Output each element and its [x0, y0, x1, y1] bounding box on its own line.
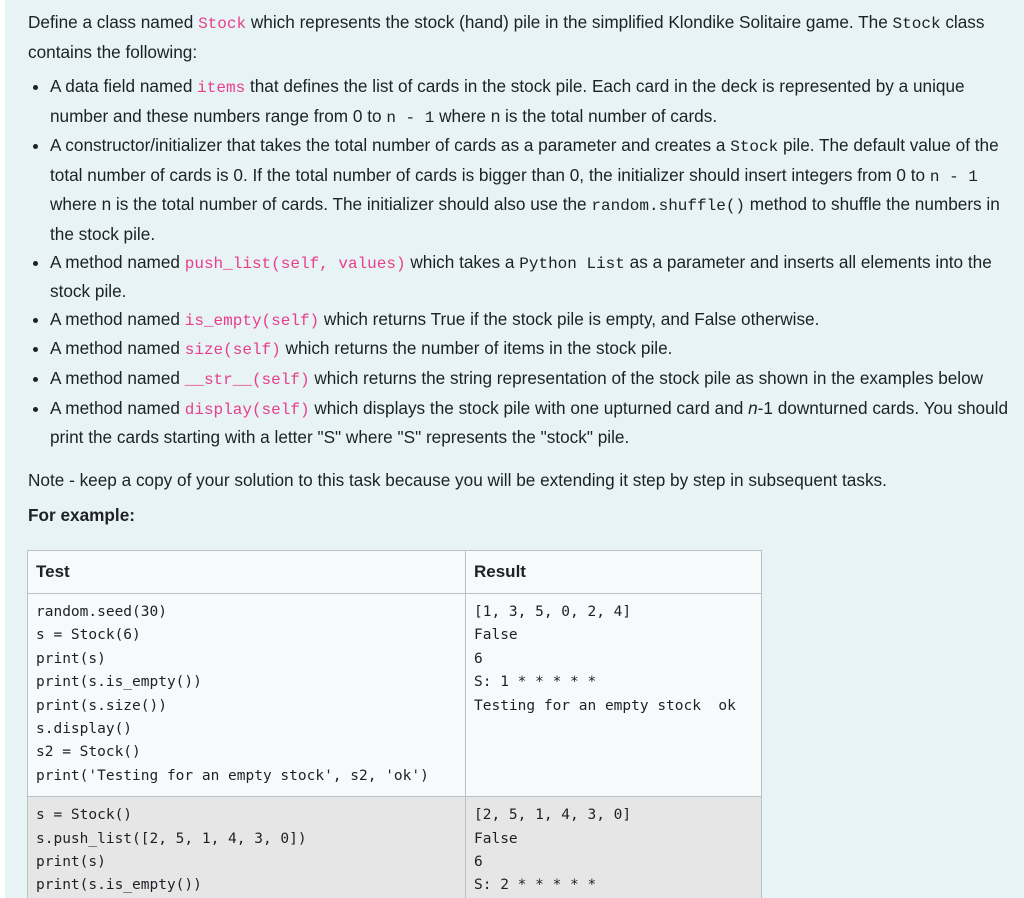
test-cell: s = Stock() s.push_list([2, 5, 1, 4, 3, 0…	[27, 796, 466, 898]
table-row: s = Stock() s.push_list([2, 5, 1, 4, 3, 0…	[27, 796, 762, 898]
test-cell: random.seed(30) s = Stock(6) print(s) print…	[27, 592, 466, 798]
requirement-str: A method named __str__(self) which retur…	[50, 365, 1018, 395]
test-code-line: s2 = Stock()	[36, 744, 141, 761]
test-code-line: print(s)	[36, 854, 106, 871]
intro-text: Define a class named	[28, 12, 199, 32]
test-code-line: s.display()	[36, 721, 133, 738]
note-text: Note - keep a copy of your solution to t…	[28, 469, 887, 490]
test-code-line: print(s.size())	[36, 697, 167, 714]
header-result: Result	[465, 550, 762, 594]
table-row: random.seed(30) s = Stock(6) print(s) print…	[27, 592, 762, 798]
test-code-line: print(s.is_empty())	[36, 674, 202, 691]
result-code-line: S: 1 * * * * *	[474, 674, 597, 691]
for-example-heading: For example:	[28, 504, 135, 525]
class-name-code: Stock	[892, 15, 941, 33]
result-code-line: [2, 5, 1, 4, 3, 0]	[474, 807, 632, 824]
test-code-line: print('Testing for an empty stock', s2, …	[36, 767, 429, 784]
result-cell: [2, 5, 1, 4, 3, 0] False 6 S: 2 * * * * *	[465, 796, 762, 898]
test-code-line: print(s.is_empty())	[36, 877, 202, 894]
test-code-line: s = Stock(6)	[36, 627, 141, 644]
requirement-push-list: A method named push_list(self, values) w…	[50, 249, 1018, 306]
result-code-line: S: 2 * * * * *	[474, 877, 597, 894]
class-name-code: Stock	[198, 15, 247, 33]
test-code-line: random.seed(30)	[36, 604, 167, 620]
result-code-line: False	[474, 830, 518, 847]
question-text: Define a class named Stock which represe…	[28, 8, 1018, 529]
test-code-line: s.push_list([2, 5, 1, 4, 3, 0])	[36, 830, 307, 847]
result-code-line: False	[474, 627, 518, 644]
header-test: Test	[27, 550, 466, 594]
result-code-line: Testing for an empty stock ok	[474, 697, 736, 714]
test-code-line: print(s)	[36, 650, 106, 667]
intro-paragraph: Define a class named Stock which represe…	[28, 8, 1018, 66]
table-header-row: Test Result	[27, 550, 762, 594]
requirement-items: A data field named items that defines th…	[50, 73, 1018, 132]
result-code-line: [1, 3, 5, 0, 2, 4]	[474, 604, 632, 620]
requirement-constructor: A constructor/initializer that takes the…	[50, 132, 1018, 248]
requirements-list: A data field named items that defines th…	[28, 73, 1018, 452]
result-cell: [1, 3, 5, 0, 2, 4] False 6 S: 1 * * * * * Te…	[465, 592, 762, 798]
examples-table: Test Result random.seed(30) s = Stock(6) p…	[27, 550, 762, 898]
requirement-display: A method named display(self) which displ…	[50, 395, 1018, 452]
requirement-is-empty: A method named is_empty(self) which retu…	[50, 306, 1018, 336]
table-body: random.seed(30) s = Stock(6) print(s) print…	[27, 592, 762, 898]
result-code-line: 6	[474, 650, 483, 667]
requirement-size: A method named size(self) which returns …	[50, 335, 1018, 365]
result-code-line: 6	[474, 854, 483, 871]
question-panel: Define a class named Stock which represe…	[5, 0, 1024, 898]
test-code-line: s = Stock()	[36, 807, 133, 824]
intro-text: which represents the stock (hand) pile i…	[246, 12, 893, 32]
